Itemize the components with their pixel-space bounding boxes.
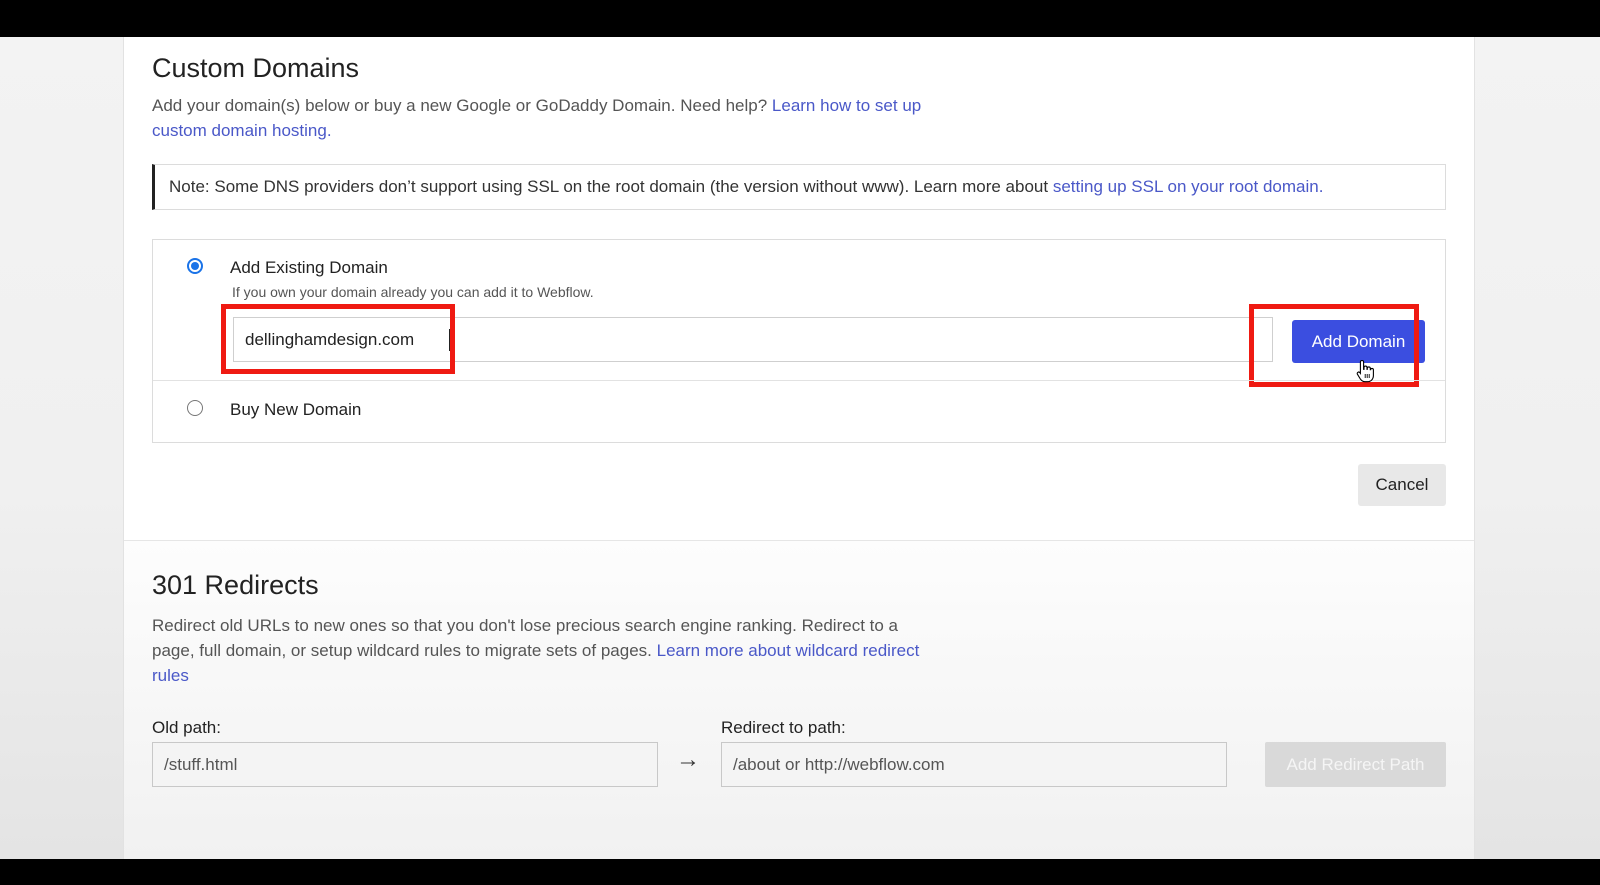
redirect-to-path-input[interactable] <box>721 742 1227 787</box>
custom-domains-description: Add your domain(s) below or buy a new Go… <box>152 93 932 143</box>
domain-options-box: Add Existing Domain If you own your doma… <box>152 239 1446 443</box>
add-existing-domain-radio[interactable] <box>187 258 203 274</box>
buy-new-domain-label[interactable]: Buy New Domain <box>230 400 361 420</box>
custom-domains-description-text: Add your domain(s) below or buy a new Go… <box>152 96 772 115</box>
cancel-button[interactable]: Cancel <box>1358 464 1446 506</box>
letterbox-top <box>0 0 1600 37</box>
add-existing-domain-label[interactable]: Add Existing Domain <box>230 258 388 278</box>
page-viewport: Custom Domains Add your domain(s) below … <box>0 37 1600 859</box>
arrow-right-icon: → <box>676 746 700 773</box>
add-redirect-path-button[interactable]: Add Redirect Path <box>1265 742 1446 787</box>
ssl-note: Note: Some DNS providers don’t support u… <box>152 164 1446 210</box>
domain-input[interactable] <box>233 317 1273 362</box>
letterbox-bottom <box>0 859 1600 885</box>
old-path-input[interactable] <box>152 742 658 787</box>
old-path-label: Old path: <box>152 718 221 737</box>
ssl-note-text: Note: Some DNS providers don’t support u… <box>169 177 1053 196</box>
custom-domains-title: Custom Domains <box>152 53 360 83</box>
redirects-title: 301 Redirects <box>152 570 319 600</box>
add-domain-button[interactable]: Add Domain <box>1292 320 1425 363</box>
redirects-description: Redirect old URLs to new ones so that yo… <box>152 613 932 688</box>
add-existing-domain-help: If you own your domain already you can a… <box>232 284 594 300</box>
text-caret <box>449 329 450 351</box>
hand-pointer-icon <box>1356 359 1374 383</box>
buy-new-domain-radio[interactable] <box>187 400 203 416</box>
redirect-to-path-label: Redirect to path: <box>721 718 846 737</box>
hosting-settings-panel: Custom Domains Add your domain(s) below … <box>123 37 1475 859</box>
ssl-root-domain-link[interactable]: setting up SSL on your root domain. <box>1053 177 1324 196</box>
option-divider <box>153 380 1445 381</box>
redirects-section: 301 Redirects Redirect old URLs to new o… <box>124 540 1474 859</box>
